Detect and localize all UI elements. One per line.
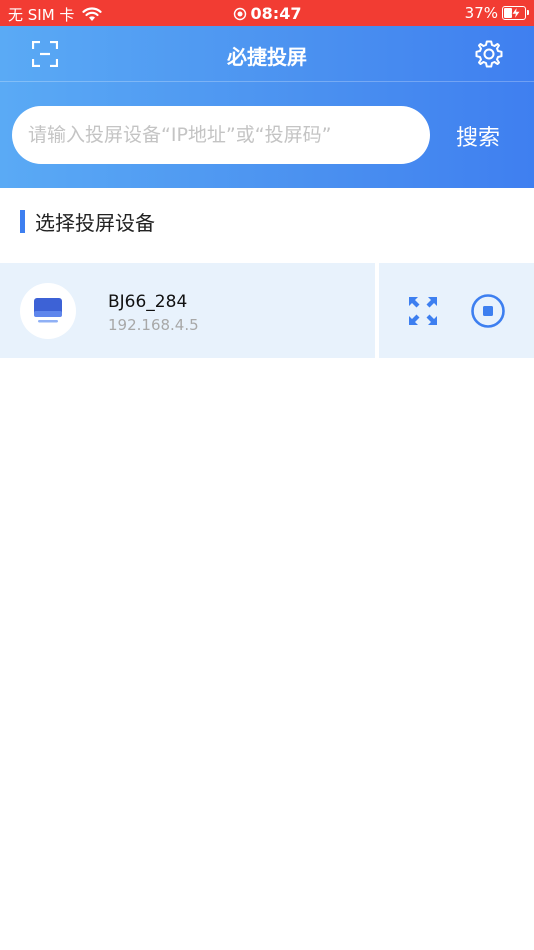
- status-center: 08:47: [0, 3, 534, 23]
- battery-percent: 37%: [464, 4, 498, 22]
- stop-icon[interactable]: [470, 293, 506, 329]
- search-button[interactable]: 搜索: [456, 120, 500, 152]
- battery-icon: [502, 6, 529, 20]
- device-name: BJ66_284: [108, 292, 188, 312]
- status-bar: 无 SIM 卡 08:47 37%: [0, 0, 534, 26]
- device-list-item[interactable]: BJ66_284 192.168.4.5: [0, 263, 375, 358]
- section-header: 选择投屏设备: [20, 208, 155, 235]
- page-title: 必捷投屏: [227, 45, 307, 69]
- navbar: 必捷投屏: [0, 26, 534, 82]
- device-ip: 192.168.4.5: [108, 316, 199, 334]
- tv-icon: [34, 298, 62, 323]
- section-title: 选择投屏设备: [35, 210, 155, 235]
- device-avatar: [20, 283, 76, 339]
- device-actions: [379, 263, 534, 358]
- gear-icon[interactable]: [474, 39, 504, 69]
- fullscreen-icon[interactable]: [407, 295, 439, 327]
- screen-record-icon: [233, 7, 246, 20]
- status-right: 37%: [464, 4, 529, 22]
- header: 必捷投屏 搜索: [0, 26, 534, 188]
- status-time: 08:47: [250, 4, 302, 23]
- section-accent-bar: [20, 209, 25, 233]
- search-input[interactable]: [12, 106, 430, 164]
